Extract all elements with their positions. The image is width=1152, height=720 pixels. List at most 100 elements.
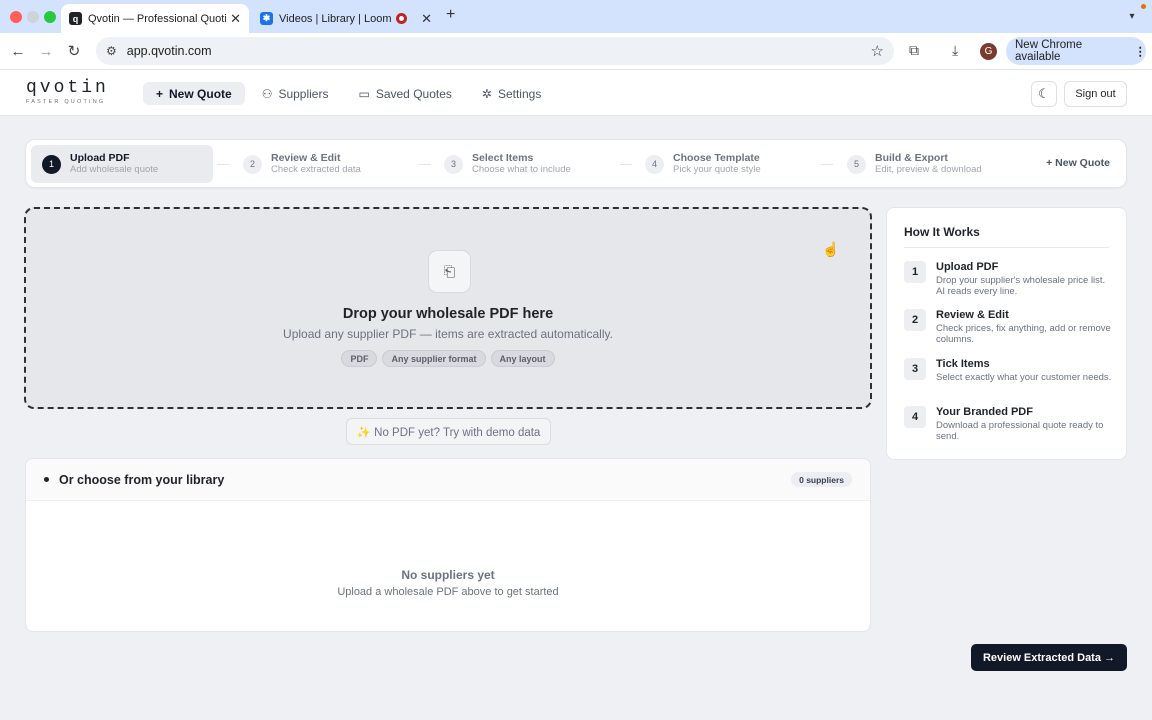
address-bar[interactable]: ⚙ app.qvotin.com ☆ (96, 37, 894, 65)
person-icon: ⚇ (261, 86, 273, 101)
maximize-window-button[interactable] (44, 11, 56, 23)
sign-out-button[interactable]: Sign out (1064, 81, 1127, 107)
tab-search-chevron-icon[interactable]: ▾ (1122, 6, 1142, 26)
how-step: 3 Tick Items Select exactly what your cu… (904, 358, 1114, 383)
main-nav: + New Quote ⚇ Suppliers ▭ Saved Quotes ✲… (143, 82, 554, 105)
step-number: 5 (847, 154, 866, 174)
dropzone-subtitle: Upload any supplier PDF — items are extr… (283, 327, 613, 341)
logo-wordmark: qvotin (26, 78, 109, 98)
review-extracted-data-button[interactable]: Review Extracted Data → (971, 644, 1127, 671)
chrome-menu-icon[interactable]: ⋮ (1135, 44, 1147, 58)
step-separator (217, 164, 229, 165)
step-select-items[interactable]: 3 Select Items Choose what to include (444, 145, 571, 183)
step-subtitle: Choose what to include (472, 164, 571, 175)
how-step-title: Your Branded PDF (936, 406, 1033, 418)
profile-avatar[interactable]: G (980, 43, 997, 60)
gear-icon: ✲ (481, 86, 492, 101)
empty-state-title: No suppliers yet (401, 568, 495, 582)
browser-toolbar: ← → ↻ ⚙ app.qvotin.com ☆ ⧉ ⤓ G New Chrom… (0, 33, 1152, 70)
dark-mode-toggle[interactable]: ☾ (1031, 81, 1057, 107)
pointer-cursor-icon: ☝ (822, 241, 840, 257)
new-tab-button[interactable]: + (446, 6, 455, 24)
close-window-button[interactable] (10, 11, 22, 23)
step-title: Build & Export (875, 152, 948, 164)
step-number: 2 (243, 154, 262, 174)
step-subtitle: Check extracted data (271, 164, 361, 175)
tab-title: Qvotin — Professional Quoting (88, 12, 227, 25)
step-subtitle: Edit, preview & download (875, 164, 982, 175)
nav-settings[interactable]: ✲ Settings (469, 82, 554, 105)
library-header: Or choose from your library 0 suppliers (26, 459, 870, 501)
step-number: 3 (444, 154, 463, 174)
step-review-edit[interactable]: 2 Review & Edit Check extracted data (243, 145, 361, 183)
close-tab-icon[interactable]: ✕ (230, 11, 241, 27)
stepper-new-quote-button[interactable]: + New Quote (1046, 157, 1110, 169)
library-title: Or choose from your library (59, 472, 225, 487)
folder-icon: ▭ (358, 86, 370, 101)
bullet-icon (44, 477, 49, 482)
how-step-number: 2 (904, 309, 926, 331)
loom-favicon-icon: ✱ (260, 12, 273, 25)
nav-label: Saved Quotes (375, 86, 452, 101)
qvotin-favicon-icon: q (69, 12, 82, 25)
how-step-desc: Select exactly what your customer needs. (936, 372, 1112, 383)
moon-icon: ☾ (1038, 86, 1050, 101)
format-chip: Any supplier format (382, 350, 486, 367)
url-text[interactable]: app.qvotin.com (127, 44, 212, 58)
dropzone-title: Drop your wholesale PDF here (342, 306, 554, 322)
how-step-title: Tick Items (936, 358, 990, 370)
extensions-icon[interactable]: ⧉ (909, 42, 919, 59)
how-step: 2 Review & Edit Check prices, fix anythi… (904, 309, 1114, 345)
how-step-desc: Download a professional quote ready to s… (936, 420, 1104, 442)
pdf-dropzone[interactable]: ⎗ Drop your wholesale PDF here Upload an… (24, 207, 872, 409)
how-step: 1 Upload PDF Drop your supplier's wholes… (904, 261, 1114, 297)
tab-qvotin[interactable]: q Qvotin — Professional Quoting ✕ (61, 4, 249, 33)
back-arrow-icon[interactable]: ← (8, 41, 28, 61)
divider (904, 247, 1109, 248)
nav-new-quote[interactable]: + New Quote (143, 82, 245, 105)
downloads-icon[interactable]: ⤓ (952, 42, 958, 59)
step-separator (419, 164, 431, 165)
site-settings-icon[interactable]: ⚙ (106, 44, 117, 58)
how-step-desc: Drop your supplier's wholesale price lis… (936, 275, 1106, 297)
step-number: 4 (645, 154, 664, 174)
step-title: Choose Template (673, 152, 760, 164)
nav-label: New Quote (169, 86, 232, 101)
nav-label: Settings (497, 86, 542, 101)
step-subtitle: Pick your quote style (673, 164, 761, 175)
step-choose-template[interactable]: 4 Choose Template Pick your quote style (645, 145, 761, 183)
step-title: Upload PDF (70, 152, 130, 164)
step-build-export[interactable]: 5 Build & Export Edit, preview & downloa… (847, 145, 982, 183)
close-tab-icon[interactable]: ✕ (421, 11, 432, 27)
browser-tab-bar: q Qvotin — Professional Quoting ✕ ✱ Vide… (0, 0, 1152, 33)
bookmark-star-icon[interactable]: ☆ (871, 42, 884, 60)
document-upload-icon: ⎗ (428, 250, 471, 293)
minimize-window-button[interactable] (27, 11, 39, 23)
nav-saved-quotes[interactable]: ▭ Saved Quotes (345, 82, 464, 105)
how-step-title: Review & Edit (936, 309, 1009, 321)
how-step-title: Upload PDF (936, 261, 999, 273)
demo-data-button[interactable]: ✨ No PDF yet? Try with demo data (346, 418, 551, 445)
recording-icon (396, 13, 408, 24)
how-it-works-title: How It Works (904, 225, 980, 239)
tab-title: Videos | Library | Loom (279, 12, 392, 25)
how-step-desc: Check prices, fix anything, add or remov… (936, 323, 1111, 345)
step-separator (620, 164, 632, 165)
step-upload-pdf[interactable]: 1 Upload PDF Add wholesale quote (31, 145, 213, 183)
how-it-works-panel: How It Works 1 Upload PDF Drop your supp… (886, 207, 1127, 460)
step-number: 1 (42, 154, 61, 174)
forward-arrow-icon[interactable]: → (36, 41, 56, 61)
qvotin-logo[interactable]: qvotin FASTER QUOTING (26, 79, 109, 105)
reload-icon[interactable]: ↻ (64, 41, 84, 61)
nav-suppliers[interactable]: ⚇ Suppliers (249, 82, 342, 105)
chrome-update-button[interactable]: New Chrome available ⋮ (1006, 37, 1146, 65)
how-step-number: 3 (904, 358, 926, 380)
format-chip: Any layout (490, 350, 555, 367)
how-step-number: 4 (904, 406, 926, 428)
chrome-update-label: New Chrome available (1015, 39, 1083, 63)
supplier-count-badge: 0 suppliers (791, 472, 852, 487)
app-header: qvotin FASTER QUOTING + New Quote ⚇ Supp… (0, 70, 1152, 116)
format-chips: PDF Any supplier format Any layout (26, 350, 870, 367)
step-title: Select Items (472, 152, 534, 164)
tab-loom[interactable]: ✱ Videos | Library | Loom ✕ (252, 4, 440, 33)
